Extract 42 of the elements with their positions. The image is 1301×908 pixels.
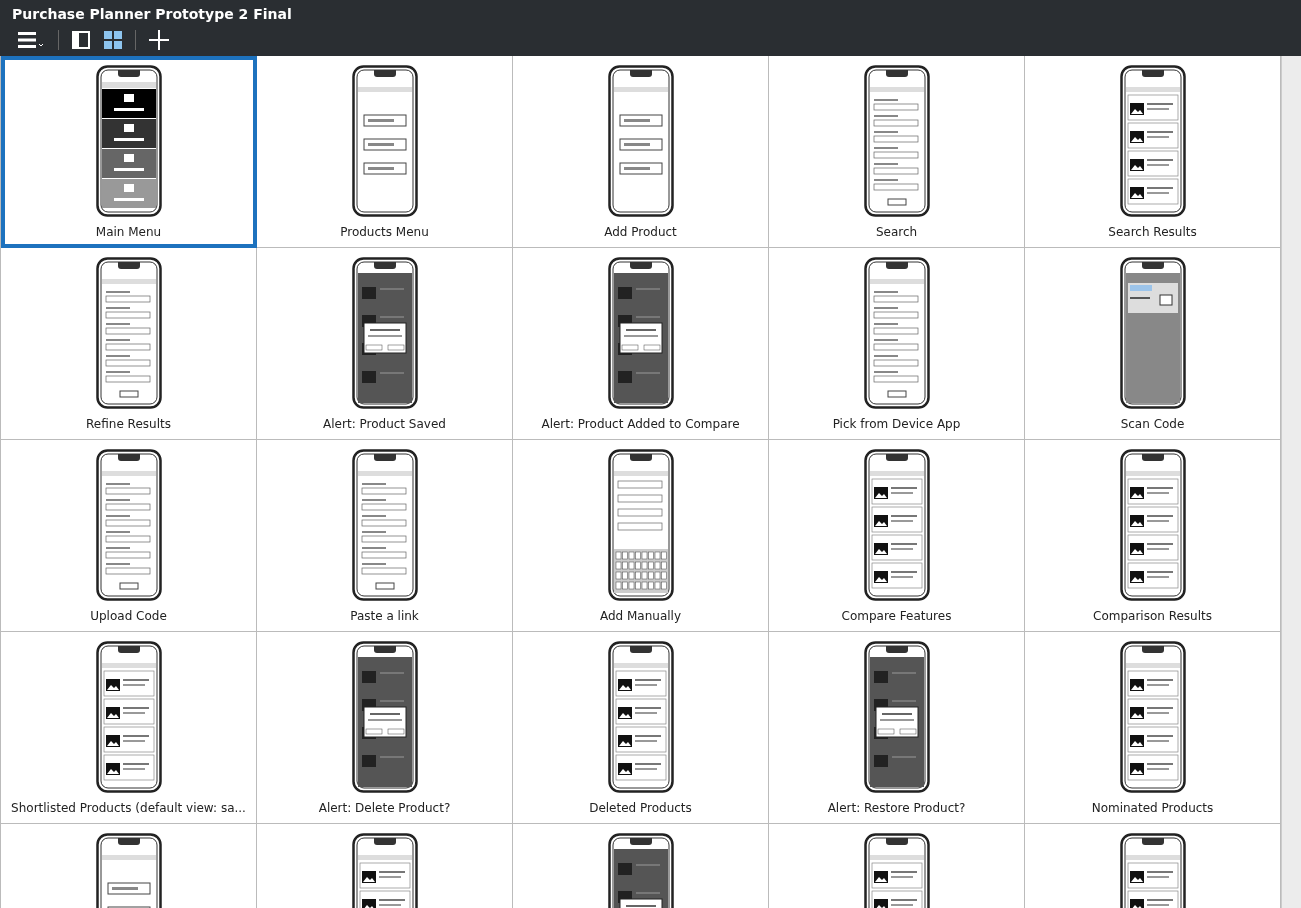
screen-thumbnail[interactable]: Alert: Product Saved [257, 248, 513, 440]
screen-thumbnail[interactable]: Alert: Product Added to Compare [513, 248, 769, 440]
screen-title: Products Menu [340, 224, 429, 241]
screen-thumbnail[interactable]: Deleted Products [513, 632, 769, 824]
screen-thumbnail[interactable]: Comparison Results [1025, 440, 1281, 632]
screen-title: Deleted Products [589, 800, 692, 817]
screen-thumbnail[interactable]: Products Menu [257, 56, 513, 248]
screen-thumbnail[interactable]: Alert: Restore Product? [769, 632, 1025, 824]
scrollbar[interactable] [1281, 56, 1301, 908]
screen-thumbnail[interactable]: Add Manually [513, 440, 769, 632]
screen-title: Search [875, 224, 918, 241]
screen-thumbnail[interactable]: Search [769, 56, 1025, 248]
screen-thumbnail[interactable]: Scan Code [1025, 248, 1281, 440]
screen-title: Add Product [604, 224, 677, 241]
screen-thumbnail[interactable]: Alert: Delete Product? [257, 632, 513, 824]
screen-title: Nominated Products [1091, 800, 1214, 817]
screen-title: Compare Features [841, 608, 952, 625]
screen-title: Alert: Delete Product? [318, 800, 451, 817]
screen-title: Search Results [1108, 224, 1197, 241]
screen-title: Alert: Product Saved [323, 416, 446, 433]
screen-title: Scan Code [1120, 416, 1185, 433]
screen-thumbnail[interactable]: Compare Features [769, 440, 1025, 632]
screen-title: Shortlisted Products (default view: sa... [11, 800, 246, 817]
screen-title: Upload Code [90, 608, 167, 625]
screen-title: Pick from Device App [832, 416, 961, 433]
screen-thumbnail[interactable]: Search Results [1025, 56, 1281, 248]
screen-thumbnail[interactable]: Add Product [513, 56, 769, 248]
window-title: Purchase Planner Prototype 2 Final [12, 5, 293, 24]
screen-thumbnail[interactable]: Refine Results [1, 248, 257, 440]
screen-thumbnail[interactable]: Upload Code [1, 440, 257, 632]
screen-title: Comparison Results [1093, 608, 1212, 625]
screen-title: Alert: Restore Product? [827, 800, 966, 817]
screen-thumbnail[interactable]: Nominated Products [1025, 632, 1281, 824]
screen-title: Paste a link [350, 608, 419, 625]
screen-thumbnail[interactable]: Paste a link [257, 440, 513, 632]
screen-title: Add Manually [599, 608, 682, 625]
screen-thumbnail[interactable]: Main Menu [1, 56, 257, 248]
screen-title: Refine Results [86, 416, 171, 433]
screen-thumbnail[interactable]: Shortlisted Products (default view: sa... [1, 632, 257, 824]
screen-title: Alert: Product Added to Compare [541, 416, 740, 433]
screen-thumbnail[interactable]: Pick from Device App [769, 248, 1025, 440]
screen-title: Main Menu [95, 224, 162, 241]
